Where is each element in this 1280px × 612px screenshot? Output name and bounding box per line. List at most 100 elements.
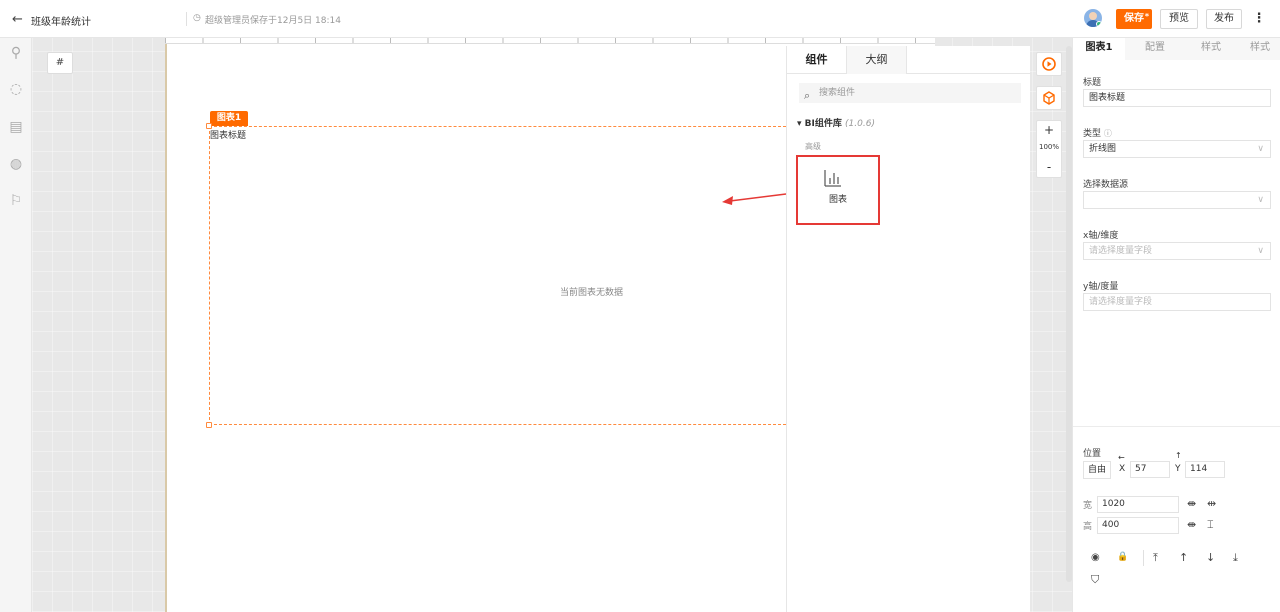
grid-toggle-button[interactable]: # xyxy=(47,52,73,74)
save-status: 超级管理员保存于12月5日 18:14 xyxy=(205,16,341,26)
title-label: 标题 xyxy=(1083,78,1102,88)
property-tabs: 图表1 配置 样式 样式 xyxy=(1073,38,1280,60)
bring-to-top-icon[interactable]: ⤒ xyxy=(1153,551,1158,565)
cube-icon xyxy=(1043,91,1055,105)
datasource-select[interactable]: ∨ xyxy=(1083,191,1271,209)
chevron-down-icon: ∨ xyxy=(1257,144,1264,154)
tab-style-2[interactable]: 样式 xyxy=(1239,38,1280,60)
top-bar: ← 班级年龄统计 ◷ 超级管理员保存于12月5日 18:14 保存 * 预览 发布… xyxy=(0,0,1280,38)
datasource-label: 选择数据源 xyxy=(1083,180,1129,190)
publish-button[interactable]: 发布 xyxy=(1206,9,1242,29)
chart-title: 图表标题 xyxy=(210,131,247,141)
flag-icon[interactable]: ⚐ xyxy=(7,192,25,210)
3d-box-button[interactable] xyxy=(1036,86,1062,110)
lock-icon[interactable]: 🔒 xyxy=(1117,552,1128,562)
height-label: 高 xyxy=(1083,522,1093,532)
stretch-width-icon[interactable]: ⇹ xyxy=(1207,497,1216,510)
more-menu-icon[interactable]: ⋮ xyxy=(1252,10,1266,28)
visibility-eye-icon[interactable]: ◉ xyxy=(1091,552,1100,563)
group-label: 高级 xyxy=(805,142,821,151)
arrow-left-icon: ← xyxy=(1118,453,1125,462)
width-label: 宽 xyxy=(1083,501,1093,511)
zoom-out-button[interactable]: - xyxy=(1037,160,1061,174)
unsaved-marker: * xyxy=(1144,12,1149,21)
page-title: 班级年龄统计 xyxy=(31,17,91,28)
tab-components[interactable]: 组件 xyxy=(787,46,847,74)
chevron-down-icon: ∨ xyxy=(1257,195,1264,205)
clock-icon: ◷ xyxy=(193,13,201,23)
arrow-up-icon: ↑ xyxy=(1175,451,1182,460)
move-up-icon[interactable]: ↑ xyxy=(1179,551,1188,564)
type-label-text: 类型 xyxy=(1083,129,1102,139)
chart-component-label: 图表 xyxy=(828,195,847,205)
preview-button[interactable]: 预览 xyxy=(1160,9,1198,29)
avatar[interactable] xyxy=(1084,9,1102,27)
play-circle-icon xyxy=(1042,57,1056,71)
save-button[interactable]: 保存 * xyxy=(1116,9,1152,29)
chart-component-item[interactable]: 图表 xyxy=(796,155,880,225)
play-button[interactable] xyxy=(1036,52,1062,76)
yaxis-input[interactable]: 请选择度量字段 xyxy=(1083,293,1271,311)
type-value: 折线图 xyxy=(1089,144,1117,154)
online-status-dot xyxy=(1096,21,1102,27)
component-search-input[interactable]: ⌕ 搜索组件 xyxy=(799,83,1021,103)
component-tabs: 组件 大纲 xyxy=(787,46,1031,74)
annotation-arrow-icon xyxy=(722,193,787,205)
bar-chart-icon xyxy=(824,170,841,187)
tab-chart1[interactable]: 图表1 xyxy=(1073,38,1125,60)
chart-tag[interactable]: 图表1 xyxy=(210,111,248,126)
x-label: X xyxy=(1119,464,1126,474)
back-arrow-icon[interactable]: ← xyxy=(12,12,23,27)
type-select[interactable]: 折线图 ∨ xyxy=(1083,140,1271,158)
y-input[interactable]: 114 xyxy=(1185,461,1225,478)
library-name: BI组件库 xyxy=(804,119,842,129)
search-icon: ⌕ xyxy=(804,89,811,102)
x-input[interactable]: 57 xyxy=(1130,461,1170,478)
xaxis-placeholder: 请选择度量字段 xyxy=(1089,246,1153,256)
resize-handle-top-left[interactable] xyxy=(206,123,212,129)
position-mode-button[interactable]: 自由 xyxy=(1083,461,1112,479)
y-label: Y xyxy=(1175,464,1181,474)
chart-component[interactable] xyxy=(209,126,786,425)
resize-handle-bottom-left[interactable] xyxy=(206,422,212,428)
position-label: 位置 xyxy=(1083,449,1102,459)
report-icon[interactable]: ▤ xyxy=(7,118,25,136)
chevron-down-icon: ∨ xyxy=(1257,246,1264,256)
send-to-bottom-icon[interactable]: ⤓ xyxy=(1233,551,1238,565)
left-icon-rail: ⚲ ◌ ▤ ◍ ⚐ xyxy=(0,38,32,612)
info-icon[interactable]: ⓘ xyxy=(1104,129,1112,138)
zoom-control: + 100% - xyxy=(1036,120,1062,178)
divider xyxy=(1073,426,1280,427)
divider xyxy=(1143,550,1144,566)
plug-icon[interactable]: ⚲ xyxy=(7,44,25,62)
no-data-message: 当前图表无数据 xyxy=(560,288,624,298)
xaxis-label: x轴/维度 xyxy=(1083,231,1119,241)
xaxis-select[interactable]: 请选择度量字段 ∨ xyxy=(1083,242,1271,260)
library-version: (1.0.6) xyxy=(845,119,875,129)
tab-config[interactable]: 配置 xyxy=(1129,38,1181,60)
divider xyxy=(186,12,187,26)
shield-icon[interactable]: ⛉ xyxy=(1091,573,1099,587)
yaxis-label: y轴/度量 xyxy=(1083,282,1119,292)
search-placeholder: 搜索组件 xyxy=(819,88,856,98)
globe-icon[interactable]: ◍ xyxy=(7,155,25,173)
fit-width-icon[interactable]: ⇼ xyxy=(1187,497,1196,510)
palette-icon[interactable]: ◌ xyxy=(7,80,25,98)
ruler xyxy=(165,38,935,44)
height-input[interactable]: 400 xyxy=(1097,517,1179,534)
move-down-icon[interactable]: ↓ xyxy=(1206,551,1215,564)
type-label: 类型 ⓘ xyxy=(1083,126,1112,139)
component-panel: 组件 大纲 ⌕ 搜索组件 ▾ BI组件库 (1.0.6) 高级 图表 xyxy=(786,46,1031,612)
tab-style[interactable]: 样式 xyxy=(1185,38,1237,60)
tab-outline[interactable]: 大纲 xyxy=(847,46,907,74)
fit-height-icon[interactable]: ⇼ xyxy=(1187,518,1196,531)
title-input[interactable]: 图表标题 xyxy=(1083,89,1271,107)
avatar-head xyxy=(1089,12,1097,20)
library-header[interactable]: ▾ BI组件库 (1.0.6) xyxy=(797,116,875,129)
zoom-in-button[interactable]: + xyxy=(1037,123,1061,137)
stretch-height-icon[interactable]: ⌶ xyxy=(1207,518,1214,532)
width-input[interactable]: 1020 xyxy=(1097,496,1179,513)
caret-down-icon: ▾ xyxy=(797,119,802,129)
property-panel: 图表1 配置 样式 样式 标题 图表标题 类型 ⓘ 折线图 ∨ 选择数据源 ∨ … xyxy=(1072,38,1280,612)
save-label: 保存 xyxy=(1124,13,1144,24)
